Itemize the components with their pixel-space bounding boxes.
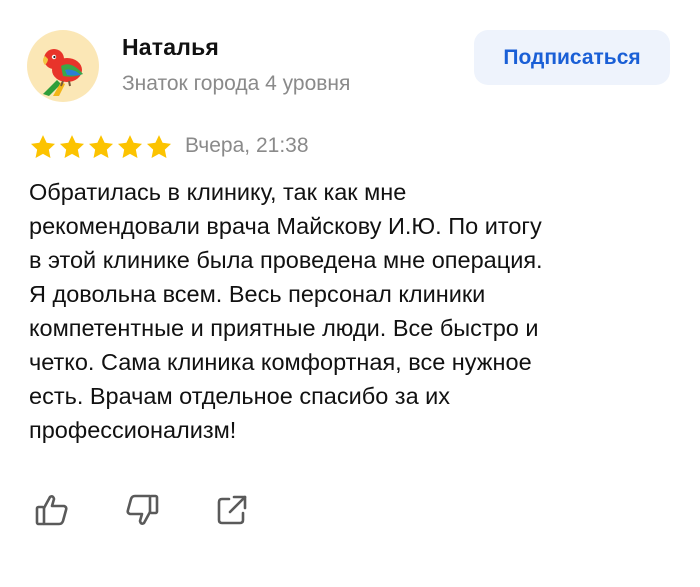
star-icon xyxy=(59,135,85,158)
star-icon xyxy=(88,135,114,158)
thumbs-up-icon xyxy=(35,495,68,526)
thumbs-down-icon xyxy=(126,494,159,525)
share-button[interactable] xyxy=(212,490,252,530)
review-actions xyxy=(32,490,252,530)
author-level: Знаток города 4 уровня xyxy=(122,72,351,95)
star-icon xyxy=(146,135,172,158)
review-card: Наталья Знаток города 4 уровня Подписать… xyxy=(0,0,700,587)
author-name[interactable]: Наталья xyxy=(122,34,219,61)
share-icon xyxy=(217,495,247,525)
review-date: Вчера, 21:38 xyxy=(185,134,309,157)
review-text: Обратилась в клинику, так как мне рекоме… xyxy=(29,179,543,443)
rating-stars xyxy=(29,133,173,161)
star-icon xyxy=(30,135,56,158)
star-icon xyxy=(117,135,143,158)
parrot-icon xyxy=(43,49,83,96)
subscribe-button[interactable]: Подписаться xyxy=(474,30,670,85)
author-avatar[interactable] xyxy=(27,30,99,102)
like-button[interactable] xyxy=(32,490,72,530)
dislike-button[interactable] xyxy=(122,490,162,530)
